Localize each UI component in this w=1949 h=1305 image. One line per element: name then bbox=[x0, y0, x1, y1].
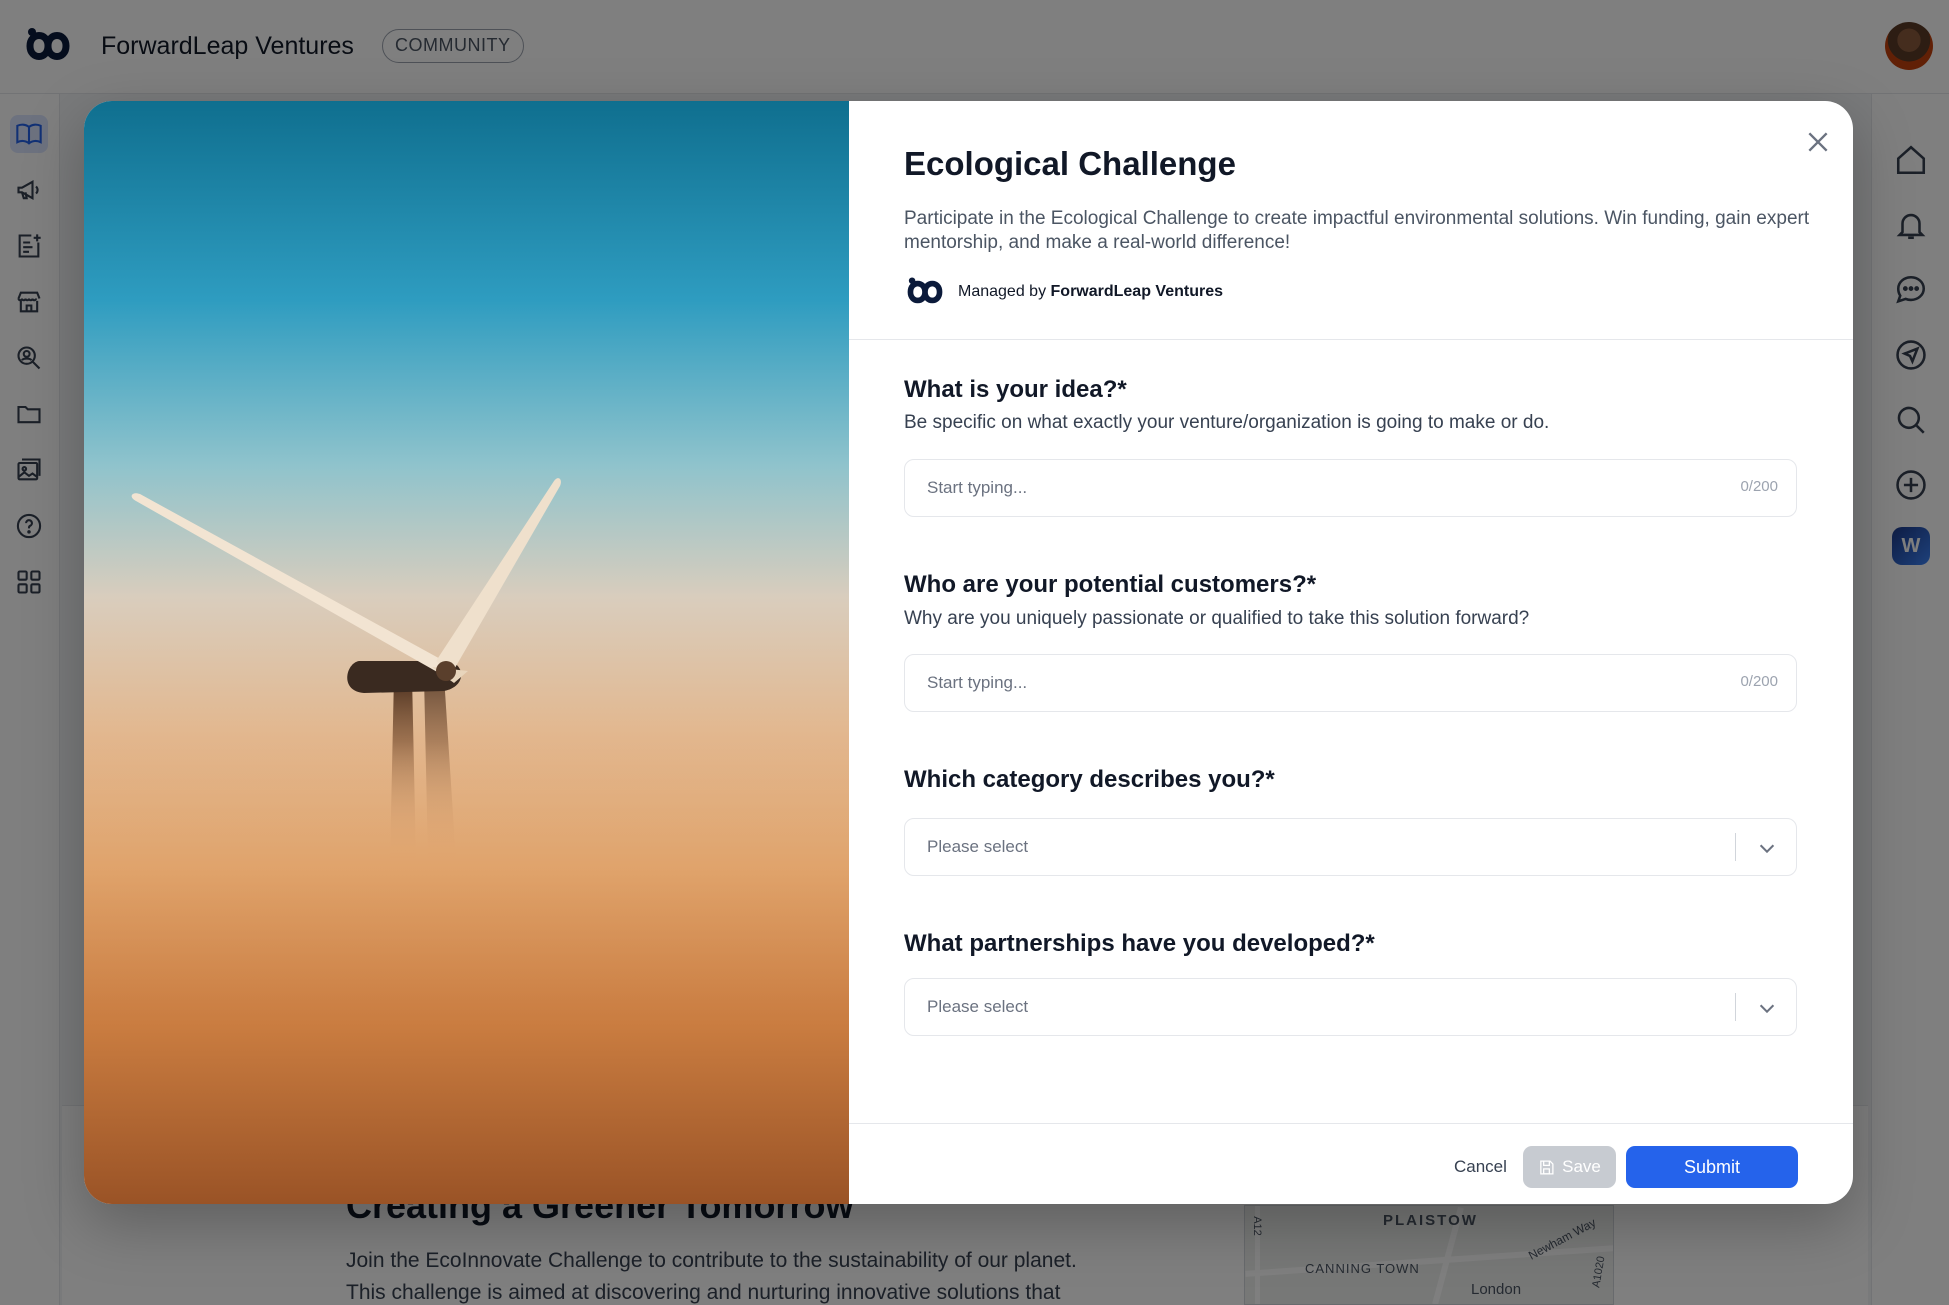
char-counter: 0/200 bbox=[1740, 478, 1778, 495]
question-title: What is your idea?* bbox=[904, 376, 1127, 403]
managed-by-prefix: Managed by bbox=[958, 283, 1051, 300]
close-button[interactable] bbox=[1803, 128, 1833, 158]
customers-input[interactable] bbox=[927, 655, 1687, 710]
select-value: Please select bbox=[927, 997, 1029, 1016]
challenge-modal: Ecological Challenge Participate in the … bbox=[84, 101, 1853, 1204]
chevron-down-icon bbox=[1756, 837, 1778, 859]
submit-button[interactable]: Submit bbox=[1626, 1146, 1798, 1188]
modal-description: Participate in the Ecological Challenge … bbox=[904, 208, 1810, 253]
close-icon bbox=[1808, 131, 1828, 152]
chevron-down-icon bbox=[1756, 997, 1778, 1019]
category-select[interactable]: Please select bbox=[904, 818, 1797, 876]
customers-input-field: 0/200 bbox=[904, 654, 1797, 712]
brand-logo-icon bbox=[907, 277, 943, 304]
save-icon bbox=[1540, 1159, 1554, 1175]
question-title: What partnerships have you developed?* bbox=[904, 930, 1375, 957]
managed-by-label: Managed by ForwardLeap Ventures bbox=[958, 283, 1223, 301]
footer-divider bbox=[849, 1123, 1853, 1124]
wind-turbine-image bbox=[84, 478, 849, 1001]
divider bbox=[849, 339, 1853, 340]
modal-title: Ecological Challenge bbox=[904, 145, 1236, 182]
save-label: Save bbox=[1562, 1157, 1601, 1176]
char-counter: 0/200 bbox=[1740, 673, 1778, 690]
question-title: Who are your potential customers?* bbox=[904, 571, 1317, 598]
hero-image bbox=[84, 101, 849, 1204]
select-value: Please select bbox=[927, 837, 1029, 856]
select-separator bbox=[1735, 993, 1736, 1021]
form-panel: Ecological Challenge Participate in the … bbox=[849, 101, 1853, 1204]
question-help: Be specific on what exactly your venture… bbox=[904, 412, 1550, 433]
partnerships-select[interactable]: Please select bbox=[904, 978, 1797, 1036]
managed-by-org[interactable]: ForwardLeap Ventures bbox=[1051, 283, 1224, 300]
save-button[interactable]: Save bbox=[1523, 1146, 1616, 1188]
select-separator bbox=[1735, 833, 1736, 861]
idea-input-field: 0/200 bbox=[904, 459, 1797, 517]
managed-by: Managed by ForwardLeap Ventures bbox=[904, 273, 1223, 311]
idea-input[interactable] bbox=[927, 460, 1687, 515]
question-help: Why are you uniquely passionate or quali… bbox=[904, 608, 1530, 629]
question-title: Which category describes you?* bbox=[904, 766, 1275, 793]
cancel-button[interactable]: Cancel bbox=[1454, 1150, 1507, 1184]
